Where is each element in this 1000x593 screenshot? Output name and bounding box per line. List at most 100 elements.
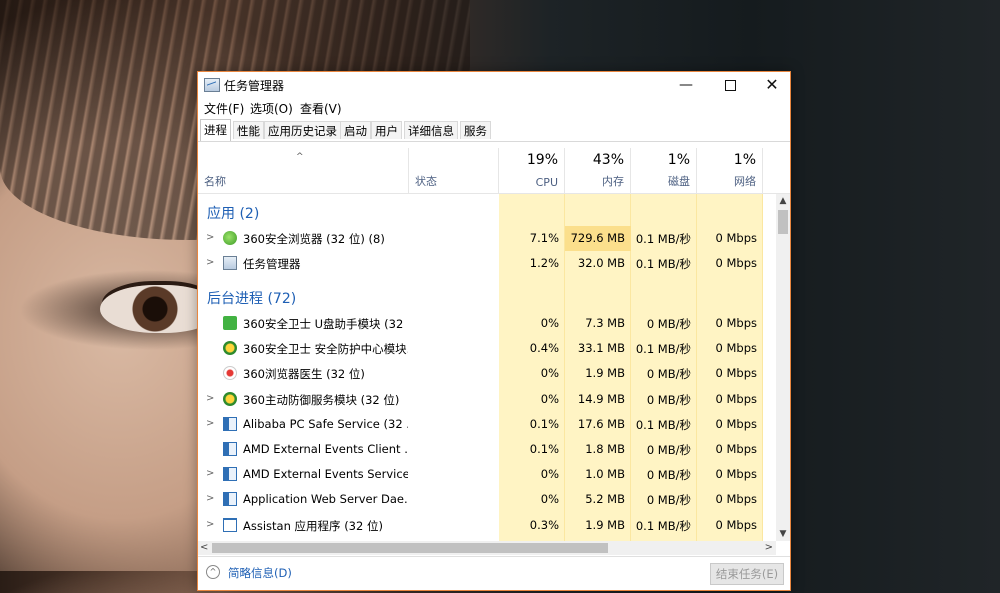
expand-chevron-icon[interactable]: > xyxy=(206,393,214,404)
doctor-icon xyxy=(223,366,237,381)
cpu-value: 0% xyxy=(540,391,559,406)
tab-services[interactable]: 服务 xyxy=(460,121,491,139)
title-bar[interactable]: 任务管理器 — ✕ xyxy=(198,72,790,100)
header-cpu[interactable]: 19% CPU xyxy=(499,148,565,193)
header-name-label: 名称 xyxy=(204,175,226,188)
process-row[interactable]: > 任务管理器 1.2% 32.0 MB 0.1 MB/秒 0 Mbps xyxy=(198,251,776,276)
header-name[interactable]: ^ 名称 xyxy=(198,148,409,193)
guard-icon xyxy=(223,316,237,330)
cpu-value: 0.1% xyxy=(529,416,559,431)
menu-view[interactable]: 查看(V) xyxy=(300,100,342,117)
tab-details[interactable]: 详细信息 xyxy=(404,121,458,139)
expand-chevron-icon[interactable]: > xyxy=(206,418,214,429)
process-name: 任务管理器 xyxy=(243,257,301,271)
scroll-left-icon[interactable]: < xyxy=(200,541,208,555)
cpu-total: 19% xyxy=(526,152,558,168)
process-name: AMD External Events Service ... xyxy=(243,467,408,482)
end-task-button[interactable]: 结束任务(E) xyxy=(710,563,784,585)
horizontal-scrollbar[interactable]: < > xyxy=(198,541,776,555)
memory-value: 1.9 MB xyxy=(585,517,625,532)
network-value: 0 Mbps xyxy=(715,316,758,330)
process-row[interactable]: >360主动防御服务模块 (32 位) 0% 14.9 MB 0 MB/秒 0 Mbps xyxy=(198,387,776,412)
cpu-value: 0% xyxy=(540,316,559,330)
header-disk[interactable]: 1% 磁盘 xyxy=(631,148,697,193)
horizontal-scroll-thumb[interactable] xyxy=(212,543,608,553)
process-name: Application Web Server Dae... xyxy=(243,492,408,507)
network-value: 0 Mbps xyxy=(715,416,758,431)
header-status[interactable]: 状态 xyxy=(409,148,499,193)
network-value: 0 Mbps xyxy=(715,366,758,381)
expand-chevron-icon[interactable]: > xyxy=(206,257,214,268)
tab-users[interactable]: 用户 xyxy=(371,121,402,139)
collapse-up-icon[interactable]: ^ xyxy=(206,565,220,579)
vertical-scrollbar[interactable]: ▲ ▼ xyxy=(776,194,790,541)
tab-processes[interactable]: 进程 xyxy=(200,119,231,141)
shield-icon xyxy=(223,391,237,406)
minimize-button[interactable]: — xyxy=(666,72,706,100)
process-row[interactable]: AMD External Events Client ... 0.1% 1.8 MB… xyxy=(198,437,776,462)
memory-value: 14.9 MB xyxy=(577,391,625,406)
process-row[interactable]: > Alibaba PC Safe Service (32 ... 0.1% 17.6… xyxy=(198,412,776,437)
process-name: 360主动防御服务模块 (32 位) xyxy=(243,392,400,407)
process-name: AMD External Events Client ... xyxy=(243,442,408,456)
process-list[interactable]: 应用 (2) >360安全浏览器 (32 位) (8) 7.1% 729.6 MB 0.… xyxy=(198,194,776,541)
service-box-icon xyxy=(223,492,237,507)
cpu-value: 0.1% xyxy=(529,442,559,456)
memory-value: 33.1 MB xyxy=(577,341,625,356)
disk-value: 0 MB/秒 xyxy=(646,468,691,483)
process-row[interactable]: > AMD External Events Service ... 0% 1.0 MB… xyxy=(198,462,776,487)
scroll-right-icon[interactable]: > xyxy=(765,541,773,555)
expand-chevron-icon[interactable]: > xyxy=(206,493,214,504)
process-row[interactable]: > Assistan 应用程序 (32 位) 0.3% 1.9 MB 0.1 MB/秒 0… xyxy=(198,513,776,538)
process-row[interactable]: 360浏览器医生 (32 位) 0% 1.9 MB 0 MB/秒 0 Mbps xyxy=(198,361,776,386)
tab-app-history[interactable]: 应用历史记录 xyxy=(264,121,341,139)
vertical-scroll-thumb[interactable] xyxy=(778,210,788,234)
disk-value: 0 MB/秒 xyxy=(646,443,691,457)
group-header-apps[interactable]: 应用 (2) xyxy=(207,203,259,223)
disk-value: 0.1 MB/秒 xyxy=(635,342,691,357)
process-name: 360浏览器医生 (32 位) xyxy=(243,367,365,382)
close-button[interactable]: ✕ xyxy=(752,72,792,100)
network-value: 0 Mbps xyxy=(715,231,758,245)
network-value: 0 Mbps xyxy=(715,391,758,406)
memory-value: 1.0 MB xyxy=(585,467,625,482)
network-value: 0 Mbps xyxy=(715,492,758,507)
header-cpu-label: CPU xyxy=(535,176,558,189)
process-name: 360安全卫士 U盘助手模块 (32 ... xyxy=(243,317,408,331)
group-header-background[interactable]: 后台进程 (72) xyxy=(207,288,296,308)
maximize-button[interactable] xyxy=(710,72,750,100)
expand-chevron-icon[interactable]: > xyxy=(206,468,214,479)
expand-chevron-icon[interactable]: > xyxy=(206,519,214,530)
cpu-value: 0% xyxy=(540,492,559,507)
service-box-icon xyxy=(223,442,237,456)
tab-performance[interactable]: 性能 xyxy=(233,121,264,139)
service-box-icon xyxy=(223,467,237,482)
process-row[interactable]: >360安全浏览器 (32 位) (8) 7.1% 729.6 MB 0.1 MB/秒… xyxy=(198,226,776,251)
header-memory[interactable]: 43% 内存 xyxy=(565,148,631,193)
menu-file[interactable]: 文件(F) xyxy=(204,100,244,117)
menu-bar: 文件(F) 选项(O) 查看(V) xyxy=(198,100,790,118)
fewer-details-link[interactable]: 简略信息(D) xyxy=(228,565,292,581)
tab-startup[interactable]: 启动 xyxy=(340,121,371,139)
cpu-value: 0% xyxy=(540,366,559,381)
header-status-label: 状态 xyxy=(415,175,437,188)
scroll-up-icon[interactable]: ▲ xyxy=(776,194,790,208)
maximize-icon xyxy=(724,79,736,91)
process-row[interactable]: 360安全卫士 安全防护中心模块... 0.4% 33.1 MB 0.1 MB/秒 0 … xyxy=(198,336,776,361)
expand-chevron-icon[interactable]: > xyxy=(206,232,214,243)
window-icon xyxy=(223,517,237,532)
process-row[interactable]: 360安全卫士 U盘助手模块 (32 ... 0% 7.3 MB 0 MB/秒 0 Mb… xyxy=(198,311,776,336)
memory-value: 1.9 MB xyxy=(585,366,625,381)
disk-value: 0 MB/秒 xyxy=(646,367,691,382)
menu-options[interactable]: 选项(O) xyxy=(250,100,293,117)
process-name: Assistan 应用程序 (32 位) xyxy=(243,518,383,533)
scroll-down-icon[interactable]: ▼ xyxy=(776,527,790,541)
header-network[interactable]: 1% 网络 xyxy=(697,148,763,193)
network-total: 1% xyxy=(733,152,756,168)
memory-value: 32.0 MB xyxy=(577,256,625,270)
task-manager-window[interactable]: 任务管理器 — ✕ 文件(F) 选项(O) 查看(V) 进程 性能 应用历史记录… xyxy=(197,71,791,591)
network-value: 0 Mbps xyxy=(715,517,758,532)
disk-value: 0.1 MB/秒 xyxy=(635,232,691,246)
process-name: 360安全卫士 安全防护中心模块... xyxy=(243,342,408,357)
process-row[interactable]: > Application Web Server Dae... 0% 5.2 MB 0 … xyxy=(198,487,776,512)
